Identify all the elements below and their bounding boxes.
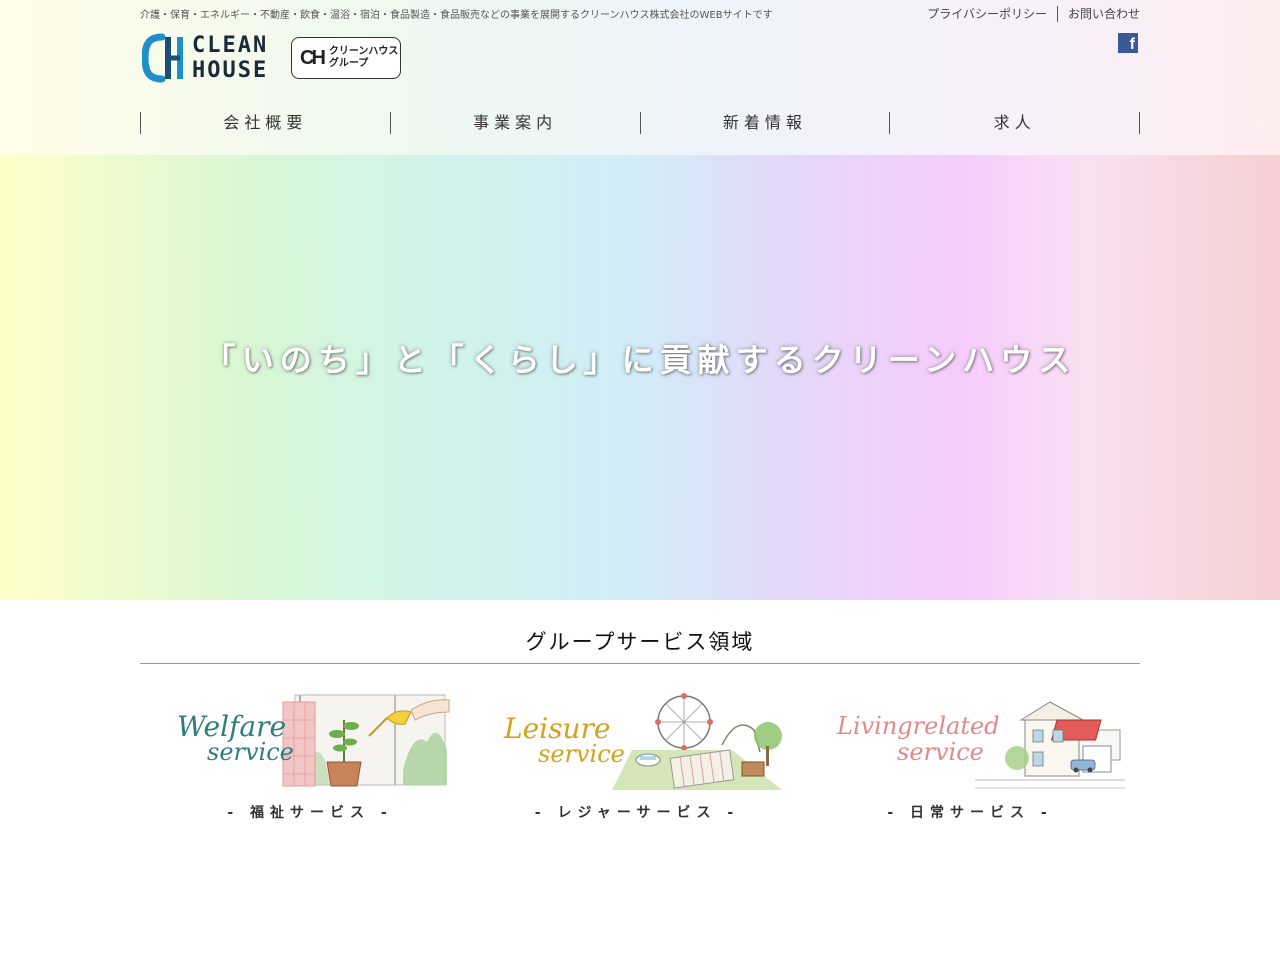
group-badge-mark: CH — [300, 46, 326, 69]
living-script-line-1: Livingrelated — [836, 712, 1000, 740]
service-caption-living: - 日常サービス - — [887, 805, 1053, 821]
services-divider — [140, 663, 1140, 664]
group-badge-text: クリーンハウス グループ — [329, 46, 399, 70]
group-badge-line-1: クリーンハウス — [328, 46, 399, 57]
privacy-policy-link[interactable]: プライバシーポリシー — [927, 5, 1047, 22]
nav-item-news[interactable]: 新着情報 — [641, 112, 891, 134]
service-caption-leisure: - レジャーサービス - — [534, 805, 740, 821]
services-title: グループサービス領域 — [525, 630, 755, 654]
main-nav: 会社概要 事業案内 新着情報 求人 — [140, 112, 1140, 134]
group-badge[interactable]: CH クリーンハウス グループ — [291, 37, 401, 79]
hero-banner: 「いのち」と「くらし」に貢献するクリーンハウス — [0, 155, 1280, 600]
facebook-icon[interactable]: f — [1118, 33, 1138, 53]
nav-item-recruit[interactable]: 求人 — [890, 112, 1140, 134]
site-header: 介護・保育・エネルギー・不動産・飲食・温浴・宿泊・食品製造・食品販売などの事業を… — [0, 0, 1280, 155]
living-illustration: Livingrelated service — [836, 701, 1125, 789]
living-script-line-2: service — [897, 738, 984, 766]
clean-house-logo[interactable]: CLEAN HOUSE — [141, 32, 274, 84]
logo-wordmark: CLEAN HOUSE — [192, 33, 268, 83]
logo-line-1: CLEAN — [192, 33, 269, 58]
logo-line-2: HOUSE — [192, 58, 269, 83]
service-card-living[interactable]: Livingrelated service - 日常サービス - — [825, 690, 1125, 830]
nav-item-business[interactable]: 事業案内 — [391, 112, 641, 134]
site-tagline: 介護・保育・エネルギー・不動産・飲食・温浴・宿泊・食品製造・食品販売などの事業を… — [140, 10, 773, 21]
service-card-leisure[interactable]: Leisure service - レジャーサービス - — [492, 690, 782, 830]
welfare-illustration: Welfare service — [177, 694, 450, 787]
utility-links: プライバシーポリシー お問い合わせ — [927, 5, 1140, 22]
contact-link[interactable]: お問い合わせ — [1068, 5, 1140, 22]
group-badge-line-2: グループ — [328, 58, 369, 69]
leisure-illustration: Leisure service — [503, 693, 782, 790]
nav-item-company[interactable]: 会社概要 — [141, 112, 391, 134]
welfare-script-line-2: service — [207, 738, 294, 766]
service-card-welfare[interactable]: Welfare service - 福祉サービス - — [165, 690, 455, 830]
utility-divider — [1056, 5, 1058, 22]
logo-mark-icon — [141, 33, 184, 83]
leisure-script-line-2: service — [538, 740, 625, 768]
hero-title: 「いのち」と「くらし」に貢献するクリーンハウス — [203, 341, 1077, 379]
service-caption-welfare: - 福祉サービス - — [227, 805, 393, 821]
